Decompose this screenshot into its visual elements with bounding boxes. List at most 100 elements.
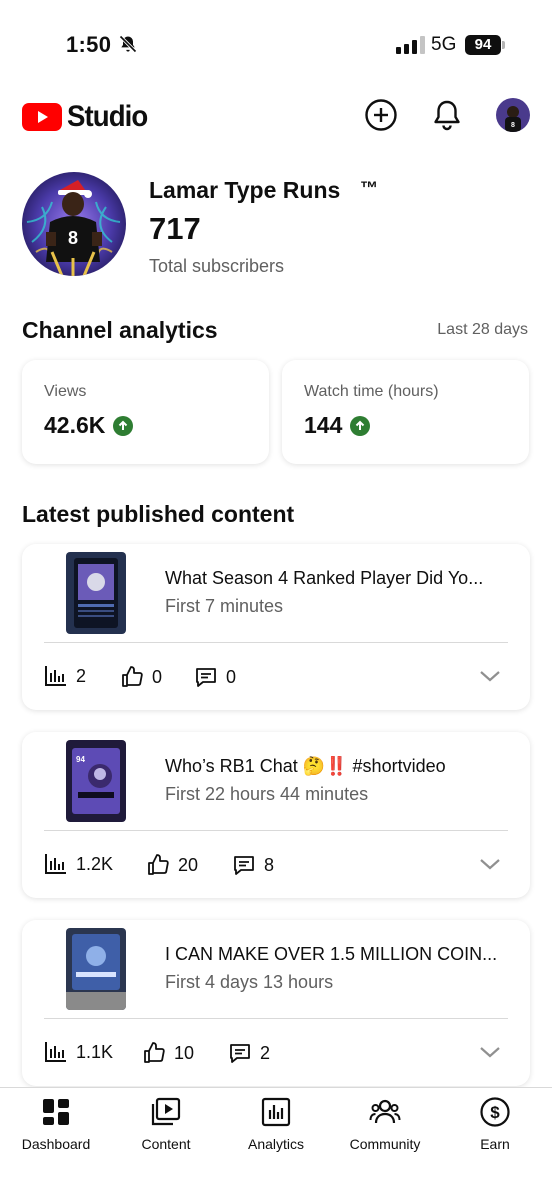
chevron-down-icon[interactable] — [478, 1044, 502, 1060]
battery-tip — [502, 41, 505, 49]
stat-number: 144 — [304, 412, 343, 438]
likes-metric: 0 — [120, 665, 162, 689]
video-title: What Season 4 Ranked Player Did Yo... — [165, 568, 484, 588]
date-range: Last 28 days — [437, 321, 528, 338]
analytics-icon — [261, 1097, 291, 1127]
nav-label: Analytics — [247, 1136, 305, 1152]
video-period: First 22 hours 44 minutes — [165, 784, 369, 804]
dashboard-icon — [43, 1099, 69, 1125]
divider — [44, 642, 508, 643]
svg-text:94: 94 — [76, 755, 85, 764]
video-title: I CAN MAKE OVER 1.5 MILLION COIN... — [165, 944, 498, 964]
divider — [44, 1018, 508, 1019]
channel-avatar[interactable]: 8 — [22, 172, 126, 276]
nav-label: Community — [349, 1136, 421, 1152]
screen: 1:50 5G 94 Studio 8 8 Lamar Type Runs ™ … — [0, 0, 552, 1200]
watch-time-card[interactable]: Watch time (hours) 144 — [282, 360, 529, 464]
video-title: Who’s RB1 Chat 🤔‼️ #shortvideo — [165, 756, 446, 776]
video-thumbnail[interactable] — [66, 928, 126, 1010]
content-card[interactable]: What Season 4 Ranked Player Did Yo... Fi… — [22, 544, 530, 710]
views-value: 2 — [76, 665, 87, 686]
likes-metric: 20 — [146, 853, 198, 877]
channel-name: Lamar Type Runs — [149, 177, 341, 203]
notifications-icon[interactable] — [430, 98, 464, 132]
earn-icon: $ — [480, 1097, 510, 1127]
battery-icon: 94 — [465, 35, 501, 55]
comments-metric: 0 — [194, 665, 236, 689]
chevron-down-icon[interactable] — [478, 668, 502, 684]
content-icon — [151, 1097, 181, 1126]
svg-text:$: $ — [490, 1103, 500, 1122]
nav-community[interactable]: Community — [335, 1096, 435, 1152]
comments-value: 2 — [260, 1042, 271, 1063]
subscriber-count: 717 — [149, 211, 201, 246]
community-icon — [369, 1099, 401, 1124]
video-period: First 7 minutes — [165, 596, 284, 616]
trend-up-icon — [113, 415, 134, 436]
nav-label: Dashboard — [21, 1136, 91, 1152]
likes-metric: 10 — [142, 1041, 194, 1065]
likes-value: 10 — [174, 1042, 195, 1063]
subscriber-label: Total subscribers — [149, 256, 285, 276]
status-time: 1:50 — [66, 32, 112, 57]
content-card[interactable]: 94 Who’s RB1 Chat 🤔‼️ #shortvideo First … — [22, 732, 530, 898]
trend-up-icon — [350, 415, 371, 436]
channel-analytics-title: Channel analytics — [22, 317, 218, 343]
logo-text: Studio — [67, 100, 148, 133]
comment-icon — [196, 668, 216, 687]
bottom-navigation: Dashboard Content Analytics Community $ … — [0, 1087, 552, 1200]
thumbs-up-icon — [148, 854, 169, 875]
nav-analytics[interactable]: Analytics — [226, 1096, 326, 1152]
views-value: 1.1K — [76, 1041, 114, 1062]
nav-dashboard[interactable]: Dashboard — [6, 1096, 106, 1152]
views-metric: 1.1K — [44, 1041, 113, 1063]
nav-earn[interactable]: $ Earn — [445, 1096, 545, 1152]
chevron-down-icon[interactable] — [478, 856, 502, 872]
content-card[interactable]: I CAN MAKE OVER 1.5 MILLION COIN... Firs… — [22, 920, 530, 1086]
comment-icon — [230, 1044, 250, 1063]
nav-label: Earn — [480, 1136, 510, 1152]
video-thumbnail[interactable] — [66, 552, 126, 634]
stat-value: 42.6K — [44, 412, 134, 439]
dashboard-body: Channel analytics Last 28 days Views 42.… — [0, 300, 552, 1090]
views-metric: 1.2K — [44, 853, 113, 875]
views-metric: 2 — [44, 665, 86, 687]
svg-text:8: 8 — [511, 122, 515, 129]
divider — [44, 830, 508, 831]
comments-value: 8 — [264, 854, 275, 875]
stat-number: 42.6K — [44, 412, 106, 438]
cellular-signal-icon — [396, 36, 425, 54]
stat-value: 144 — [304, 412, 371, 439]
channel-summary: 8 Lamar Type Runs ™ 717 Total subscriber… — [0, 150, 552, 300]
status-bar: 1:50 5G 94 — [0, 0, 552, 90]
comments-value: 0 — [226, 666, 237, 687]
views-card[interactable]: Views 42.6K — [22, 360, 269, 464]
thumbs-up-icon — [122, 666, 143, 687]
bar-chart-icon — [45, 1042, 66, 1062]
app-header: Studio 8 — [0, 90, 552, 150]
account-avatar[interactable]: 8 — [496, 98, 530, 132]
youtube-logo-icon — [22, 103, 62, 131]
thumbs-up-icon — [144, 1042, 165, 1063]
comment-icon — [234, 856, 254, 875]
video-thumbnail[interactable]: 94 — [66, 740, 126, 822]
views-value: 1.2K — [76, 853, 114, 874]
video-period: First 4 days 13 hours — [165, 972, 334, 992]
likes-value: 0 — [152, 666, 163, 687]
latest-content-title: Latest published content — [22, 501, 295, 527]
studio-logo[interactable]: Studio — [22, 100, 154, 134]
likes-value: 20 — [178, 854, 199, 875]
bar-chart-icon — [45, 666, 66, 686]
network-type: 5G — [431, 34, 457, 55]
trademark-symbol: ™ — [360, 178, 378, 198]
stat-label: Watch time (hours) — [304, 383, 439, 400]
create-icon[interactable] — [364, 98, 398, 132]
comments-metric: 8 — [232, 853, 274, 877]
bell-off-icon — [119, 35, 137, 53]
bar-chart-icon — [45, 854, 66, 874]
nav-label: Content — [141, 1136, 191, 1152]
svg-text:8: 8 — [68, 228, 78, 248]
comments-metric: 2 — [228, 1041, 270, 1065]
stat-label: Views — [44, 383, 87, 400]
nav-content[interactable]: Content — [116, 1096, 216, 1152]
